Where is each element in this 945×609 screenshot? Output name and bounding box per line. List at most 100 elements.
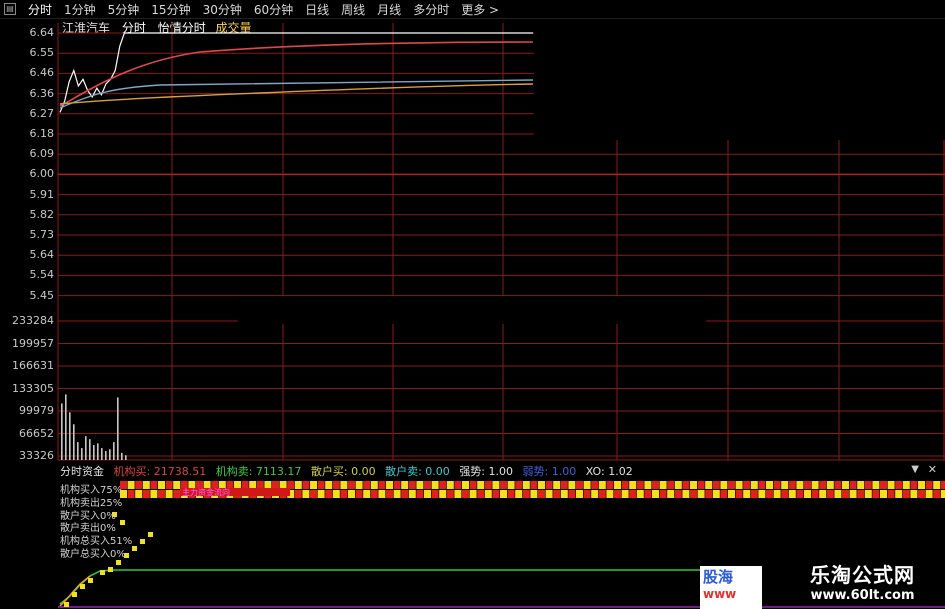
flow-block xyxy=(340,481,348,489)
retail-buy-value: 散户买: 0.00 xyxy=(310,465,376,478)
flow-block xyxy=(576,481,583,489)
chevron-down-icon[interactable]: ▼ xyxy=(911,464,919,475)
flow-block xyxy=(279,481,287,489)
flow-block xyxy=(378,490,386,498)
flow-block xyxy=(332,481,340,489)
flow-block xyxy=(302,481,310,489)
xo-value: XO: 1.02 xyxy=(585,465,633,478)
flow-block xyxy=(294,490,302,498)
flow-block xyxy=(690,490,697,498)
flow-block xyxy=(880,481,887,489)
flow-block xyxy=(355,481,363,489)
volume-tick-label: 133305 xyxy=(12,381,54,395)
flow-block xyxy=(484,481,492,489)
flow-block xyxy=(735,481,743,489)
flow-block xyxy=(370,481,378,489)
stock-site-logo: 股海 www xyxy=(700,566,762,609)
indicator-label: 机构总买入51% xyxy=(60,536,133,547)
flow-block xyxy=(864,481,872,489)
flow-block xyxy=(659,490,667,498)
flow-block xyxy=(538,481,545,489)
flow-block xyxy=(317,490,325,498)
signal-marker xyxy=(88,578,93,583)
flow-block xyxy=(819,481,827,489)
overlay-top-right xyxy=(534,20,945,140)
flow-block xyxy=(750,481,758,489)
flow-block xyxy=(553,481,561,489)
flow-block xyxy=(583,490,591,498)
volume-tick-label: 199957 xyxy=(12,336,54,350)
price-lines xyxy=(59,32,534,113)
flow-block xyxy=(842,490,849,498)
volume-bar xyxy=(89,439,91,460)
flow-block xyxy=(500,490,507,498)
flow-block xyxy=(925,490,933,498)
flow-block xyxy=(256,481,264,489)
flow-block xyxy=(492,490,500,498)
flow-block xyxy=(348,490,355,498)
indicator-label: 散户总买入0% xyxy=(60,549,126,560)
flow-block xyxy=(545,481,553,489)
volume-bar xyxy=(85,436,87,460)
flow-block xyxy=(264,481,272,489)
flow-block xyxy=(606,490,614,498)
price-tick-label: 5.82 xyxy=(29,207,55,221)
flow-block xyxy=(872,490,880,498)
flow-block xyxy=(887,481,895,489)
flow-block xyxy=(439,481,447,489)
flow-block xyxy=(378,481,386,489)
flow-block xyxy=(241,481,249,489)
flow-block xyxy=(606,481,614,489)
flow-block xyxy=(895,490,903,498)
flow-block xyxy=(454,490,462,498)
flow-block xyxy=(781,490,789,498)
flow-block xyxy=(712,481,720,489)
price-line xyxy=(59,32,533,113)
flow-block xyxy=(500,481,507,489)
flow-block xyxy=(492,481,500,489)
flow-block xyxy=(317,481,325,489)
flow-block xyxy=(834,481,842,489)
flow-block xyxy=(363,481,371,489)
watermark-url: www.60lt.com xyxy=(810,588,915,603)
flow-block xyxy=(477,481,485,489)
flow-block xyxy=(720,481,728,489)
flow-block xyxy=(826,490,834,498)
volume-bars xyxy=(61,394,127,460)
flow-block xyxy=(507,490,515,498)
flow-block xyxy=(401,481,409,489)
flow-block xyxy=(652,490,659,498)
flow-block xyxy=(576,490,583,498)
flow-block xyxy=(697,481,705,489)
indicator-label: 散户买入0% xyxy=(60,511,116,522)
flow-block xyxy=(918,481,925,489)
flow-block xyxy=(766,490,773,498)
flow-block xyxy=(294,481,302,489)
flow-block xyxy=(598,481,606,489)
flow-block xyxy=(355,490,363,498)
flow-block xyxy=(370,490,378,498)
flow-block xyxy=(682,490,690,498)
flow-block xyxy=(446,490,454,498)
volume-bar xyxy=(61,403,63,460)
flow-block xyxy=(614,490,621,498)
flow-block xyxy=(887,490,895,498)
flow-block xyxy=(386,481,393,489)
close-icon[interactable]: ✕ xyxy=(928,463,937,476)
green-step-line xyxy=(59,569,700,605)
flow-block xyxy=(826,481,834,489)
flow-block xyxy=(667,490,675,498)
flow-block xyxy=(408,490,416,498)
volume-bar xyxy=(81,448,83,460)
price-tick-label: 6.27 xyxy=(29,106,55,120)
weak-value: 弱势: 1.00 xyxy=(522,465,577,478)
flow-block xyxy=(348,481,355,489)
intraday-chart[interactable]: 主力资金流向 xyxy=(0,0,945,609)
flow-block xyxy=(507,481,515,489)
volume-bar xyxy=(121,452,123,460)
flow-block xyxy=(583,481,591,489)
flow-block xyxy=(690,481,697,489)
flow-block xyxy=(142,481,150,489)
flow-block xyxy=(674,481,682,489)
volume-tick-label: 99979 xyxy=(19,404,54,417)
